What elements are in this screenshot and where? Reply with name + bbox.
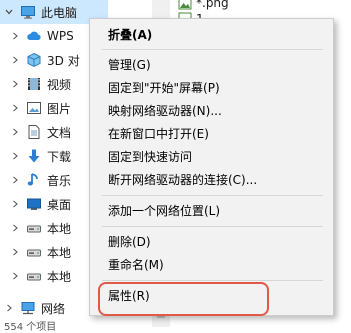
tree-item-desktop[interactable]: 桌面: [10, 193, 71, 215]
drive-icon: [26, 268, 42, 284]
chevron-right-icon[interactable]: [10, 247, 20, 257]
menu-item-pin-to-quick-access[interactable]: 固定到快速访问: [90, 145, 333, 168]
download-icon: [26, 148, 42, 164]
menu-item-pin-to-start[interactable]: 固定到"开始"屏幕(P): [90, 76, 333, 99]
file-name: *.png: [196, 0, 229, 10]
chevron-right-icon[interactable]: [10, 79, 20, 89]
menu-item-add-network-location[interactable]: 添加一个网络位置(L): [90, 199, 333, 222]
annotation-highlight: [98, 282, 269, 316]
chevron-right-icon[interactable]: [10, 199, 20, 209]
tree-item-label: 3D 对: [47, 53, 80, 68]
tree-item-videos[interactable]: 视频: [10, 73, 71, 95]
tree-item-3d-objects[interactable]: 3D 对: [10, 49, 80, 71]
tree-item-wps[interactable]: WPS: [10, 25, 74, 47]
tree-item-label: 桌面: [47, 197, 72, 212]
menu-item-map-network-drive[interactable]: 映射网络驱动器(N)...: [90, 99, 333, 122]
menu-item-collapse[interactable]: 折叠(A): [90, 23, 333, 46]
menu-separator: [102, 49, 323, 50]
menu-separator: [102, 226, 323, 227]
video-icon: [26, 76, 42, 92]
tree-item-label: 网络: [41, 301, 66, 316]
chevron-right-icon[interactable]: [10, 31, 20, 41]
tree-item-network[interactable]: 网络: [4, 297, 65, 319]
tree-item-local-disk[interactable]: 本地: [10, 217, 71, 239]
tree-item-label: 本地: [47, 269, 72, 284]
chevron-right-icon[interactable]: [10, 55, 20, 65]
tree-item-label: 视频: [47, 77, 72, 92]
document-icon: [26, 124, 42, 140]
chevron-down-icon[interactable]: [4, 7, 14, 17]
chevron-right-icon[interactable]: [10, 103, 20, 113]
status-item-count: 554 个项目: [4, 322, 57, 333]
tree-item-local-disk[interactable]: 本地: [10, 241, 71, 263]
menu-item-rename[interactable]: 重命名(M): [90, 253, 333, 276]
menu-item-open-in-new-window[interactable]: 在新窗口中打开(E): [90, 122, 333, 145]
computer-icon: [20, 4, 36, 20]
tree-item-music[interactable]: 音乐: [10, 169, 71, 191]
tree-item-documents[interactable]: 文档: [10, 121, 71, 143]
chevron-right-icon[interactable]: [10, 223, 20, 233]
tree-item-label: WPS: [47, 29, 74, 43]
music-icon: [26, 172, 42, 188]
drive-icon: [26, 244, 42, 260]
menu-separator: [102, 195, 323, 196]
chevron-right-icon[interactable]: [10, 151, 20, 161]
tree-item-label: 图片: [47, 101, 72, 116]
tree-item-this-pc[interactable]: 此电脑: [4, 1, 77, 23]
tree-item-label: 本地: [47, 245, 72, 260]
tree-item-pictures[interactable]: 图片: [10, 97, 71, 119]
desktop-icon: [26, 196, 42, 212]
tree-item-label: 此电脑: [41, 5, 78, 20]
menu-item-disconnect-network-drive[interactable]: 断开网络驱动器的连接(C)...: [90, 168, 333, 191]
tree-item-label: 本地: [47, 221, 72, 236]
tree-item-downloads[interactable]: 下载: [10, 145, 71, 167]
context-menu: 折叠(A) 管理(G) 固定到"开始"屏幕(P) 映射网络驱动器(N)... 在…: [89, 18, 334, 316]
menu-separator: [102, 280, 323, 281]
chevron-right-icon[interactable]: [10, 175, 20, 185]
network-icon: [20, 300, 36, 316]
chevron-right-icon[interactable]: [4, 303, 14, 313]
tree-item-local-disk[interactable]: 本地: [10, 265, 71, 287]
3d-objects-icon: [26, 52, 42, 68]
menu-item-manage[interactable]: 管理(G): [90, 53, 333, 76]
tree-item-label: 音乐: [47, 173, 72, 188]
tree-item-label: 文档: [47, 125, 72, 140]
picture-icon: [26, 100, 42, 116]
menu-item-delete[interactable]: 删除(D): [90, 230, 333, 253]
chevron-right-icon[interactable]: [10, 127, 20, 137]
chevron-right-icon[interactable]: [10, 271, 20, 281]
wps-cloud-icon: [26, 28, 42, 44]
drive-icon: [26, 220, 42, 236]
image-file-icon: [178, 0, 192, 10]
tree-item-label: 下载: [47, 149, 72, 164]
